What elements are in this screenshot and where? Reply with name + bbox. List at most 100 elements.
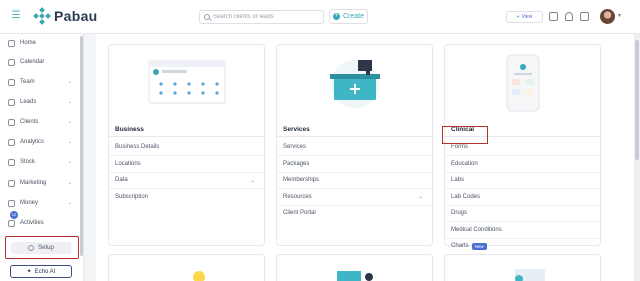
view-label: View [521,14,533,20]
sidebar-item-label: Activities [20,220,44,226]
chevron-down-icon[interactable]: ⌄ [68,139,72,145]
sidebar-item-label: Calendar [20,59,45,65]
stock-icon [8,158,15,166]
bell-icon[interactable] [565,12,573,21]
marketing-icon [8,179,15,187]
sidebar-item-calendar[interactable]: Calendar [0,54,82,70]
link-label: Resources [283,193,312,200]
sidebar-item-money[interactable]: Money ⌄ [0,195,82,211]
sidebar-item-setup[interactable]: Setup [11,242,71,254]
card-title: Services [283,126,310,133]
link-label: Business Details [115,144,160,150]
search-input[interactable] [213,14,323,20]
sidebar-item-label: Team [20,79,35,85]
sidebar-scrollbar[interactable] [80,36,83,256]
chevron-down-icon[interactable]: ⌄ [68,159,72,165]
link-label: Subscription [115,193,149,200]
sidebar-item-label: Money [20,200,39,206]
clinical-link-drugs[interactable]: Drugs [451,206,601,220]
sidebar-item-label: Clients [20,119,39,125]
sidebar-item-activities[interactable]: Activities 12 [0,211,82,231]
calendar-icon [8,58,15,66]
sidebar-item-label: Setup [38,245,54,251]
link-label: Medical Conditions [451,226,502,233]
search-bar[interactable] [199,10,324,24]
card-preview [108,254,265,281]
logo[interactable]: Pabau [33,7,98,25]
card-preview [276,254,433,281]
plus-small-icon: + [516,14,520,20]
services-card: Services Services Packages Memberships Reso… [276,44,433,246]
sidebar-item-leads[interactable]: Leads ⌄ [0,94,82,110]
sidebar-item-label: Analytics [20,139,45,145]
business-illustration [109,45,264,118]
main-content: Business Business Details Locations Data ⌄ S… [96,34,640,281]
sidebar-item-stock[interactable]: Stock ⌄ [0,154,82,170]
forms-highlight [442,126,488,144]
clients-icon [8,118,15,126]
link-label: Forms [451,144,468,150]
clinical-link-charts[interactable]: Charts New [451,239,601,253]
sidebar-item-label: Leads [20,99,37,105]
chevron-down-icon[interactable]: ⌄ [68,180,72,186]
card-preview-illustration [193,271,205,281]
services-link-services[interactable]: Services [283,140,433,154]
create-label: Create [342,13,364,20]
plus-icon: + [332,13,340,20]
sparkle-icon: ✦ [26,269,32,275]
activities-badge: 12 [10,211,18,219]
sidebar-item-label: Stock [20,159,36,165]
clipboard-icon[interactable] [580,12,589,21]
card-preview-illustration [515,269,545,281]
sidebar-item-team[interactable]: Team ⌄ [0,74,82,90]
chevron-down-icon[interactable]: ⌄ [68,119,72,125]
team-icon [8,78,15,86]
link-label: Client Portal [283,210,316,216]
link-label: Packages [283,160,310,167]
services-link-packages[interactable]: Packages [283,157,433,171]
link-label: Services [283,144,307,150]
sidebar-item-marketing[interactable]: Marketing ⌄ [0,175,82,191]
activities-icon [8,219,15,227]
link-label: Locations [115,160,141,167]
business-link-data[interactable]: Data ⌄ [115,173,265,187]
analytics-icon [8,138,15,146]
create-button[interactable]: + Create [329,9,368,24]
services-link-client-portal[interactable]: Client Portal [283,206,433,220]
chevron-down-icon[interactable]: ⌄ [68,79,72,85]
new-badge: New [471,242,487,250]
money-icon [8,199,15,207]
divider [109,136,264,137]
avatar[interactable] [600,9,615,24]
chevron-down-icon[interactable]: ⌄ [68,200,72,206]
echo-ai-label: Echo AI [34,268,56,275]
link-label: Data [115,177,128,183]
echo-ai-button[interactable]: ✦ Echo AI [10,265,72,278]
calendar-icon[interactable] [549,12,558,21]
clinical-card: Clinical Forms Education Labs Lab Codes Drug… [444,44,601,250]
card-preview-illustration [337,271,373,281]
clinical-link-medical-conditions[interactable]: Medical Conditions [451,223,601,237]
menu-toggle-icon[interactable]: ☰ [10,10,22,22]
sidebar-item-analytics[interactable]: Analytics ⌄ [0,134,82,150]
business-card: Business Business Details Locations Data ⌄ S… [108,44,265,246]
clinical-link-labs[interactable]: Labs [451,173,601,187]
services-link-resources[interactable]: Resources ⌄ [283,190,433,204]
clinical-link-lab-codes[interactable]: Lab Codes [451,190,601,204]
link-label: Labs [451,177,465,183]
clinical-link-education[interactable]: Education [451,157,601,171]
services-illustration [277,45,432,118]
sidebar-item-clients[interactable]: Clients ⌄ [0,114,82,130]
chevron-down-icon[interactable]: ⌄ [250,177,255,184]
business-link-business-details[interactable]: Business Details [115,140,265,154]
business-link-locations[interactable]: Locations [115,157,265,171]
clinical-illustration [445,45,600,118]
services-link-memberships[interactable]: Memberships [283,173,433,187]
business-link-subscription[interactable]: Subscription [115,190,265,204]
view-button[interactable]: + View [506,11,543,23]
chevron-down-icon[interactable]: ⌄ [418,193,423,200]
chevron-down-icon[interactable]: ▼ [617,13,622,19]
chevron-down-icon[interactable]: ⌄ [68,99,72,105]
page-scrollbar-thumb[interactable] [635,40,639,160]
sidebar-item-home[interactable]: Home [0,35,82,51]
